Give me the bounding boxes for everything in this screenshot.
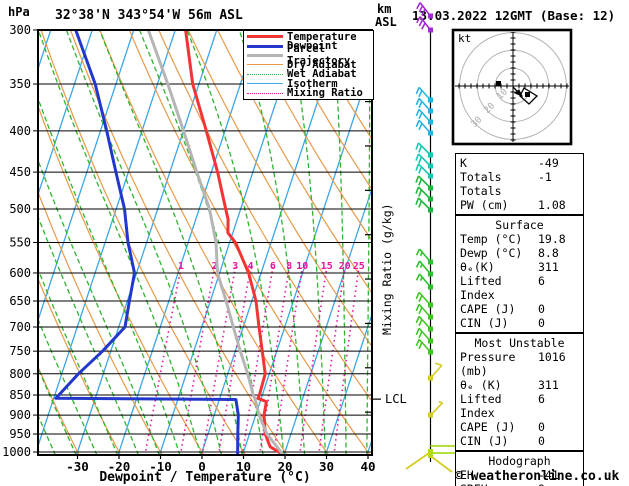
legend-item: Mixing Ratio	[244, 87, 373, 100]
info-row-label: θₑ (K)	[460, 378, 502, 392]
temperature-tick-label: 40	[360, 459, 375, 474]
wind-barb	[416, 2, 433, 19]
info-row-value: -49	[538, 156, 559, 170]
pressure-tick-label: 1000	[2, 445, 31, 459]
info-row: Totals Totals -1	[456, 170, 583, 198]
info-row-value: 6	[538, 274, 545, 288]
info-row-value: 19.8	[538, 232, 566, 246]
pressure-tick-label: 750	[9, 344, 31, 358]
pressure-tick-label: 900	[9, 408, 31, 422]
info-row-label: K	[460, 156, 467, 170]
info-box-indices: K -49 Totals Totals -1 PW (cm) 1.08	[455, 153, 584, 215]
mixing-ratio-value-label: 10	[296, 261, 308, 272]
pressure-tick-label: 950	[9, 427, 31, 441]
pressure-tick-label: 550	[9, 235, 31, 249]
pressure-tick-label: 450	[9, 165, 31, 179]
legend-swatch-dry-adiabat	[247, 64, 283, 66]
pressure-tick-label: 300	[9, 23, 31, 37]
pressure-tick-label: 400	[9, 124, 31, 138]
legend-swatch-mixing-ratio	[247, 92, 283, 94]
legend-swatch-wet-adiabat	[247, 73, 283, 75]
info-box-surface: Surface Temp (°C) 19.8 Dewp (°C) 8.8 θₑ(K) 311…	[455, 215, 584, 333]
mixing-ratio-line	[201, 266, 237, 454]
temperature-axis-title: Dewpoint / Temperature (°C)	[99, 470, 310, 485]
legend-label: Mixing Ratio	[287, 87, 363, 100]
lcl-label: LCL	[385, 392, 407, 406]
mixing-ratio-line	[144, 266, 182, 454]
info-row: CAPE (J) 0	[456, 420, 583, 434]
mixing-ratio-line	[298, 266, 328, 454]
info-row-label: CIN (J)	[460, 316, 509, 330]
mixing-ratio-value-label: 6	[270, 261, 276, 272]
info-row-label: CAPE (J)	[460, 420, 516, 434]
info-row-value: 0	[538, 420, 545, 434]
pressure-tick-label: 350	[9, 77, 31, 91]
info-box-title: Most Unstable	[474, 336, 565, 350]
mixing-ratio-line	[179, 266, 216, 454]
info-row-label: Totals Totals	[460, 170, 502, 198]
sounding-indices-table: K -49 Totals Totals -1 PW (cm) 1.08 Surface Tem…	[455, 153, 584, 486]
info-row-label: Lifted Index	[460, 274, 502, 302]
plot-legend: Temperature Dewpoint Parcel Trajectory Dry …	[243, 30, 374, 100]
info-row: Lifted Index 6	[456, 274, 583, 302]
info-row: CAPE (J) 0	[456, 302, 583, 316]
info-row-label: Lifted Index	[460, 392, 502, 420]
info-row-value: 1.08	[538, 198, 566, 212]
info-row-label: Pressure (mb)	[460, 350, 516, 378]
mixing-ratio-value-label: 8	[286, 261, 292, 272]
mixing-ratio-value-label: 1	[178, 261, 184, 272]
legend-swatch-isotherm	[247, 83, 283, 85]
mixing-ratio-axis-label: Mixing Ratio (g/kg)	[380, 203, 394, 335]
info-row-value: -1	[538, 170, 552, 184]
info-row: θₑ (K) 311	[456, 378, 583, 392]
isotherm-line	[0, 30, 9, 455]
mixing-ratio-line	[318, 266, 346, 454]
pressure-tick-label: 850	[9, 388, 31, 402]
info-row: Lifted Index 6	[456, 392, 583, 420]
mixing-ratio-line	[272, 266, 304, 454]
info-box-title: Surface	[495, 218, 544, 232]
mixing-ratio-value-label: 15	[321, 261, 333, 272]
info-row-label: CAPE (J)	[460, 302, 516, 316]
info-row: PW (cm) 1.08	[456, 198, 583, 212]
info-row-value: 6	[538, 392, 545, 406]
skewt-sounding-app: { "header": { "pressure_unit": "hPa", "s…	[0, 0, 629, 486]
info-row: θₑ(K) 311	[456, 260, 583, 274]
info-box-most-unstable: Most Unstable Pressure (mb) 1016 θₑ (K) 311 L…	[455, 333, 584, 451]
info-row-label: PW (cm)	[460, 198, 509, 212]
info-box-title: Hodograph	[488, 454, 551, 468]
info-row: CIN (J) 0	[456, 316, 583, 330]
info-row: K -49	[456, 156, 583, 170]
temperature-tick-label: -30	[66, 459, 89, 474]
mixing-ratio-value-label: 25	[353, 261, 365, 272]
copyright-footer: © weatheronline.co.uk	[455, 469, 620, 484]
legend-swatch-dewpoint	[247, 44, 283, 48]
wind-barb	[416, 16, 433, 33]
info-row-label: Temp (°C)	[460, 232, 523, 246]
info-row-label: θₑ(K)	[460, 260, 495, 274]
info-row-label: CIN (J)	[460, 434, 509, 448]
info-row-value: 0	[538, 316, 545, 330]
pressure-tick-label: 600	[9, 266, 31, 280]
info-row: Pressure (mb) 1016	[456, 350, 583, 378]
pressure-tick-label: 800	[9, 367, 31, 381]
info-row-value: 8.8	[538, 246, 559, 260]
info-row-value: 311	[538, 378, 559, 392]
info-row-label: Dewp (°C)	[460, 246, 523, 260]
info-row: Dewp (°C) 8.8	[456, 246, 583, 260]
pressure-tick-label: 500	[9, 202, 31, 216]
pressure-tick-label: 700	[9, 320, 31, 334]
info-row: Temp (°C) 19.8	[456, 232, 583, 246]
mixing-ratio-value-label: 3	[232, 261, 238, 272]
info-row-value: 1016	[538, 350, 566, 364]
temperature-tick-label: 30	[319, 459, 334, 474]
mixing-ratio-value-label: 20	[339, 261, 351, 272]
legend-swatch-parcel-trajectory	[247, 53, 283, 57]
info-row-value: 311	[538, 260, 559, 274]
info-row: CIN (J) 0	[456, 434, 583, 448]
info-row-value: 0	[538, 302, 545, 316]
legend-swatch-temperature	[247, 35, 283, 39]
info-row-value: 0	[538, 434, 545, 448]
pressure-tick-label: 650	[9, 294, 31, 308]
